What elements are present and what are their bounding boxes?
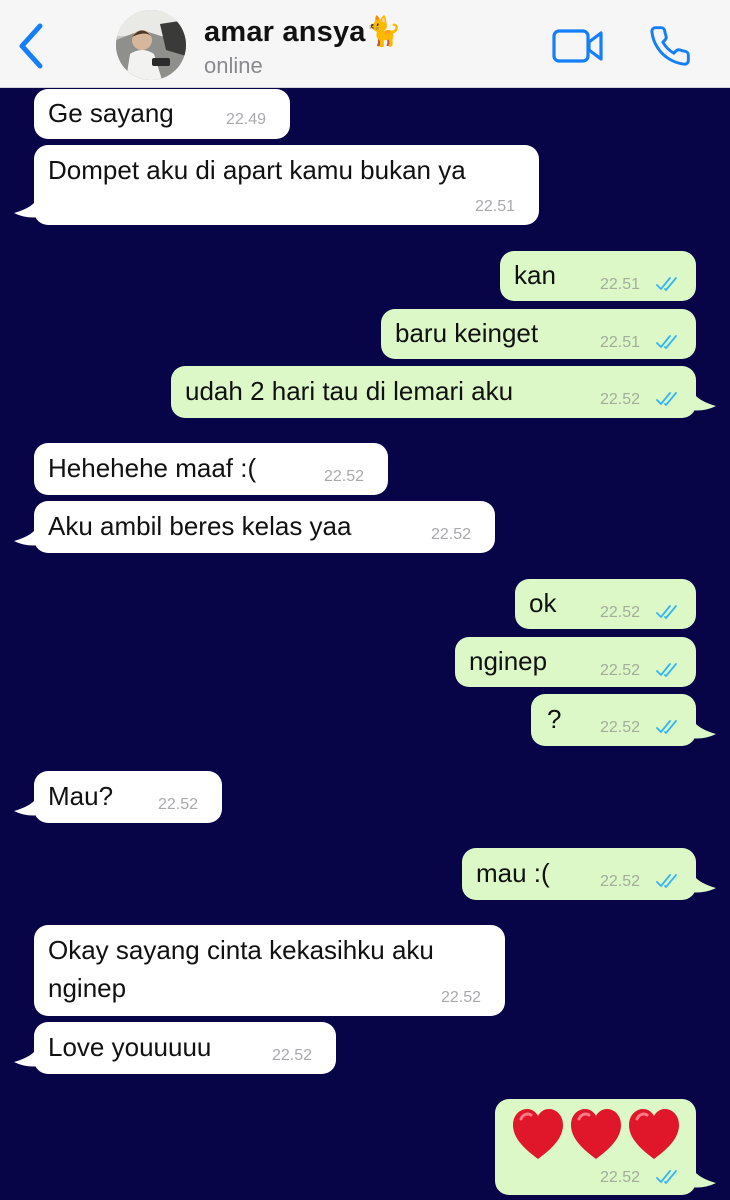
message-time: 22.52 — [600, 719, 641, 736]
message-text: Ge sayang — [48, 98, 174, 128]
message-text-line-2: nginep — [48, 973, 127, 1003]
message-time: 22.52 — [431, 526, 472, 543]
message-text: kan — [514, 260, 556, 290]
bubble-tail — [690, 878, 716, 893]
contact-status: online — [204, 53, 263, 78]
heart-emoji-message: ❤️❤️❤️ — [513, 1109, 679, 1159]
video-camera-icon — [552, 29, 603, 63]
chat-header: amar ansya🐈 online — [0, 0, 730, 88]
outgoing-message[interactable]: ok 22.52 — [515, 579, 696, 629]
message-time: 22.51 — [600, 334, 641, 351]
message-text: ok — [529, 588, 557, 618]
phone-icon — [650, 26, 690, 66]
message-text: baru keinget — [395, 318, 539, 348]
bubble-tail — [14, 203, 40, 218]
message-time: 22.52 — [600, 1169, 641, 1186]
bubble-tail — [14, 1052, 40, 1067]
incoming-message[interactable]: Okay sayang cinta kekasihku aku nginep 2… — [34, 925, 505, 1016]
message-list[interactable]: Ge sayang 22.49 Dompet aku di apart kamu… — [0, 89, 730, 1200]
video-call-button[interactable] — [552, 28, 604, 64]
chevron-left-icon — [19, 23, 43, 69]
message-time: 22.52 — [324, 468, 365, 485]
message-text: Mau? — [48, 781, 114, 811]
message-time: 22.52 — [441, 989, 482, 1006]
outgoing-message[interactable]: ❤️❤️❤️ 22.52 — [495, 1099, 696, 1195]
bubble-tail — [14, 531, 40, 546]
message-time: 22.52 — [600, 604, 641, 621]
double-check-icon — [656, 1170, 677, 1184]
double-check-icon — [656, 663, 677, 677]
red-heart-icon — [629, 1109, 679, 1159]
double-check-icon — [656, 335, 677, 349]
message-text: udah 2 hari tau di lemari aku — [185, 376, 514, 406]
message-text: nginep — [469, 646, 548, 676]
message-time: 22.49 — [226, 111, 267, 128]
message-time: 22.51 — [600, 276, 641, 293]
voice-call-button[interactable] — [648, 24, 692, 68]
bubble-tail — [690, 724, 716, 739]
outgoing-message[interactable]: mau :( 22.52 — [462, 848, 696, 900]
message-time: 22.51 — [475, 198, 516, 215]
message-time: 22.52 — [272, 1047, 313, 1064]
incoming-message[interactable]: Aku ambil beres kelas yaa 22.52 — [34, 501, 495, 553]
message-text: ? — [547, 704, 562, 734]
contact-name[interactable]: amar ansya🐈 — [204, 15, 402, 49]
double-check-icon — [656, 605, 677, 619]
outgoing-message[interactable]: kan 22.51 — [500, 251, 696, 301]
incoming-message[interactable]: Ge sayang 22.49 — [34, 89, 290, 139]
outgoing-message[interactable]: ? 22.52 — [531, 694, 696, 746]
incoming-message[interactable]: Love youuuuu 22.52 — [34, 1022, 336, 1074]
message-time: 22.52 — [600, 391, 641, 408]
incoming-message[interactable]: Mau? 22.52 — [34, 771, 222, 823]
double-check-icon — [656, 720, 677, 734]
message-text: Dompet aku di apart kamu bukan ya — [48, 155, 466, 185]
bubble-tail — [690, 396, 716, 411]
avatar-photo — [116, 10, 186, 80]
outgoing-message[interactable]: udah 2 hari tau di lemari aku 22.52 — [171, 366, 696, 418]
outgoing-message[interactable]: nginep 22.52 — [455, 637, 696, 687]
contact-avatar[interactable] — [116, 10, 186, 80]
bubble-tail — [690, 1173, 716, 1188]
message-time: 22.52 — [158, 796, 199, 813]
incoming-message[interactable]: Dompet aku di apart kamu bukan ya 22.51 — [34, 145, 539, 225]
back-button[interactable] — [14, 22, 48, 70]
bubble-tail — [14, 801, 40, 816]
message-text: Okay sayang cinta kekasihku aku — [48, 935, 434, 965]
message-text: Hehehehe maaf :( — [48, 453, 257, 483]
message-time: 22.52 — [600, 873, 641, 890]
double-check-icon — [656, 392, 677, 406]
double-check-icon — [656, 277, 677, 291]
message-time: 22.52 — [600, 662, 641, 679]
outgoing-message[interactable]: baru keinget 22.51 — [381, 309, 696, 359]
red-heart-icon — [513, 1109, 563, 1159]
message-text: mau :( — [476, 858, 550, 888]
incoming-message[interactable]: Hehehehe maaf :( 22.52 — [34, 443, 388, 495]
message-text: Love youuuuu — [48, 1032, 212, 1062]
message-text: Aku ambil beres kelas yaa — [48, 511, 352, 541]
double-check-icon — [656, 874, 677, 888]
red-heart-icon — [571, 1109, 621, 1159]
